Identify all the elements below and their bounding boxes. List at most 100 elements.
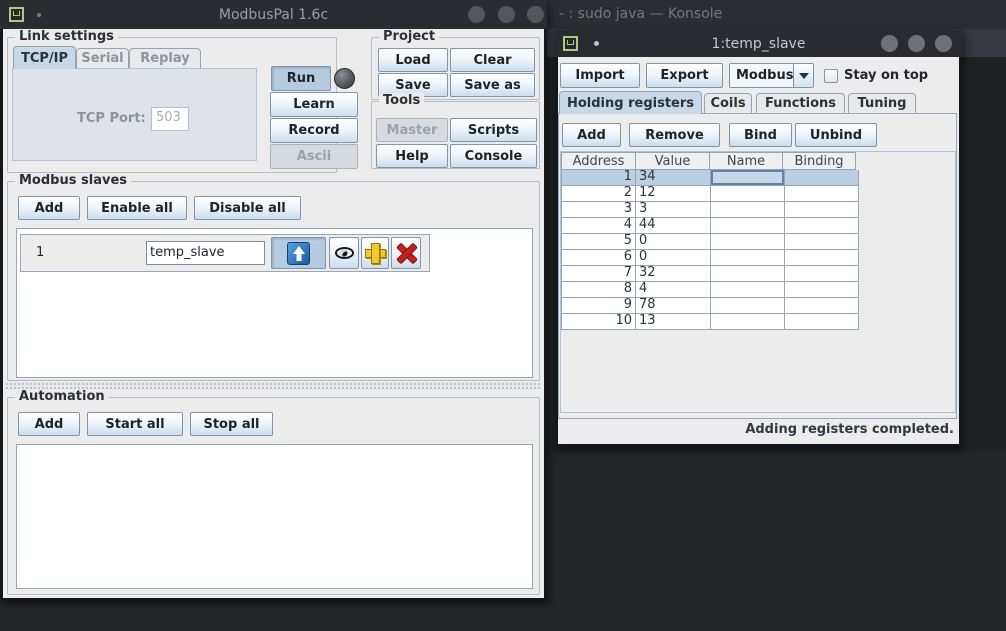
close-button[interactable] [935,35,952,52]
disable-all-button[interactable]: Disable all [194,196,301,220]
run-button[interactable]: Run [271,66,331,91]
table-cell[interactable] [711,202,785,218]
minimize-button[interactable] [468,6,485,23]
table-row[interactable]: 60 [561,250,955,266]
table-row[interactable]: 134 [561,170,955,186]
minimize-button[interactable] [881,35,898,52]
slave-name-field[interactable]: temp_slave [146,241,265,265]
table-cell[interactable] [711,298,785,314]
column-header-binding[interactable]: Binding [782,152,856,170]
table-cell[interactable]: 2 [561,186,636,202]
table-cell[interactable]: 7 [561,266,636,282]
table-cell[interactable]: 5 [561,234,636,250]
table-row[interactable]: 732 [561,266,955,282]
slave-add-button[interactable]: Add [18,196,80,220]
table-row[interactable]: 50 [561,234,955,250]
combobox-arrow-button[interactable] [793,64,813,87]
table-cell[interactable] [785,218,859,234]
table-cell[interactable] [785,250,859,266]
help-button[interactable]: Help [376,144,448,168]
tab-tuning[interactable]: Tuning [848,93,916,113]
table-cell[interactable]: 34 [636,170,711,186]
table-cell[interactable] [711,282,785,298]
enable-all-button[interactable]: Enable all [87,196,187,220]
table-row[interactable]: 978 [561,298,955,314]
slave-delete-button[interactable] [391,237,421,269]
table-cell[interactable] [785,234,859,250]
table-cell[interactable]: 44 [636,218,711,234]
table-cell[interactable] [711,314,785,330]
table-cell[interactable] [785,282,859,298]
table-cell[interactable]: 4 [636,282,711,298]
stay-on-top-checkbox[interactable] [824,69,838,83]
clear-button[interactable]: Clear [450,48,535,72]
table-cell[interactable] [785,170,859,186]
tcp-port-field[interactable]: 503 [151,107,189,131]
slave-editor-titlebar[interactable]: 1:temp_slave [555,30,962,57]
register-remove-button[interactable]: Remove [629,123,720,147]
table-cell[interactable] [711,266,785,282]
register-unbind-button[interactable]: Unbind [795,123,877,147]
slave-row[interactable]: 1 temp_slave [20,234,430,272]
table-row[interactable]: 444 [561,218,955,234]
scripts-button[interactable]: Scripts [450,118,537,142]
tab-serial[interactable]: Serial [76,48,129,68]
table-row[interactable]: 212 [561,186,955,202]
table-cell[interactable]: 8 [561,282,636,298]
table-cell[interactable] [785,266,859,282]
table-cell[interactable] [711,186,785,202]
ascii-button[interactable]: Ascii [270,144,358,169]
table-cell[interactable]: 4 [561,218,636,234]
master-button[interactable]: Master [376,118,448,142]
table-cell[interactable]: 10 [561,314,636,330]
table-row[interactable]: 33 [561,202,955,218]
table-cell[interactable]: 3 [561,202,636,218]
table-row[interactable]: 1013 [561,314,955,330]
column-header-address[interactable]: Address [561,152,636,170]
modbuspal-titlebar[interactable]: ModbusPal 1.6c [0,0,547,29]
table-cell[interactable] [711,250,785,266]
export-button[interactable]: Export [646,63,723,88]
register-add-button[interactable]: Add [562,123,621,147]
table-cell[interactable]: 3 [636,202,711,218]
maximize-button[interactable] [908,35,925,52]
column-header-name[interactable]: Name [709,152,783,170]
table-cell[interactable]: 9 [561,298,636,314]
table-cell[interactable]: 0 [636,234,711,250]
slave-view-button[interactable] [329,237,359,269]
table-cell[interactable] [785,186,859,202]
table-cell[interactable]: 12 [636,186,711,202]
table-cell[interactable]: 6 [561,250,636,266]
table-cell[interactable] [711,234,785,250]
close-button[interactable] [527,6,544,23]
table-cell[interactable]: 0 [636,250,711,266]
slave-enabled-toggle[interactable] [271,237,326,269]
column-header-value[interactable]: Value [635,152,710,170]
tab-coils[interactable]: Coils [704,93,752,113]
table-cell[interactable] [711,218,785,234]
slave-duplicate-button[interactable] [361,237,389,269]
tab-functions[interactable]: Functions [756,93,845,113]
maximize-button[interactable] [498,6,515,23]
tab-replay[interactable]: Replay [129,48,201,68]
record-button[interactable]: Record [270,118,358,143]
automation-add-button[interactable]: Add [18,412,80,436]
register-bind-button[interactable]: Bind [729,123,792,147]
table-cell[interactable]: 32 [636,266,711,282]
table-cell[interactable]: 13 [636,314,711,330]
stop-all-button[interactable]: Stop all [190,412,273,436]
konsole-titlebar[interactable]: - : sudo java — Konsole [547,0,1006,29]
learn-button[interactable]: Learn [270,92,358,117]
load-button[interactable]: Load [378,48,448,72]
import-button[interactable]: Import [560,63,640,88]
table-cell[interactable] [785,298,859,314]
start-all-button[interactable]: Start all [87,412,183,436]
table-cell[interactable] [785,314,859,330]
tab-tcpip[interactable]: TCP/IP [13,46,76,69]
table-cell[interactable] [785,202,859,218]
table-cell[interactable]: 1 [561,170,636,186]
save-as-button[interactable]: Save as [450,73,535,97]
register-type-combobox[interactable]: Modbus [729,63,814,88]
console-button[interactable]: Console [450,144,537,168]
table-row[interactable]: 84 [561,282,955,298]
